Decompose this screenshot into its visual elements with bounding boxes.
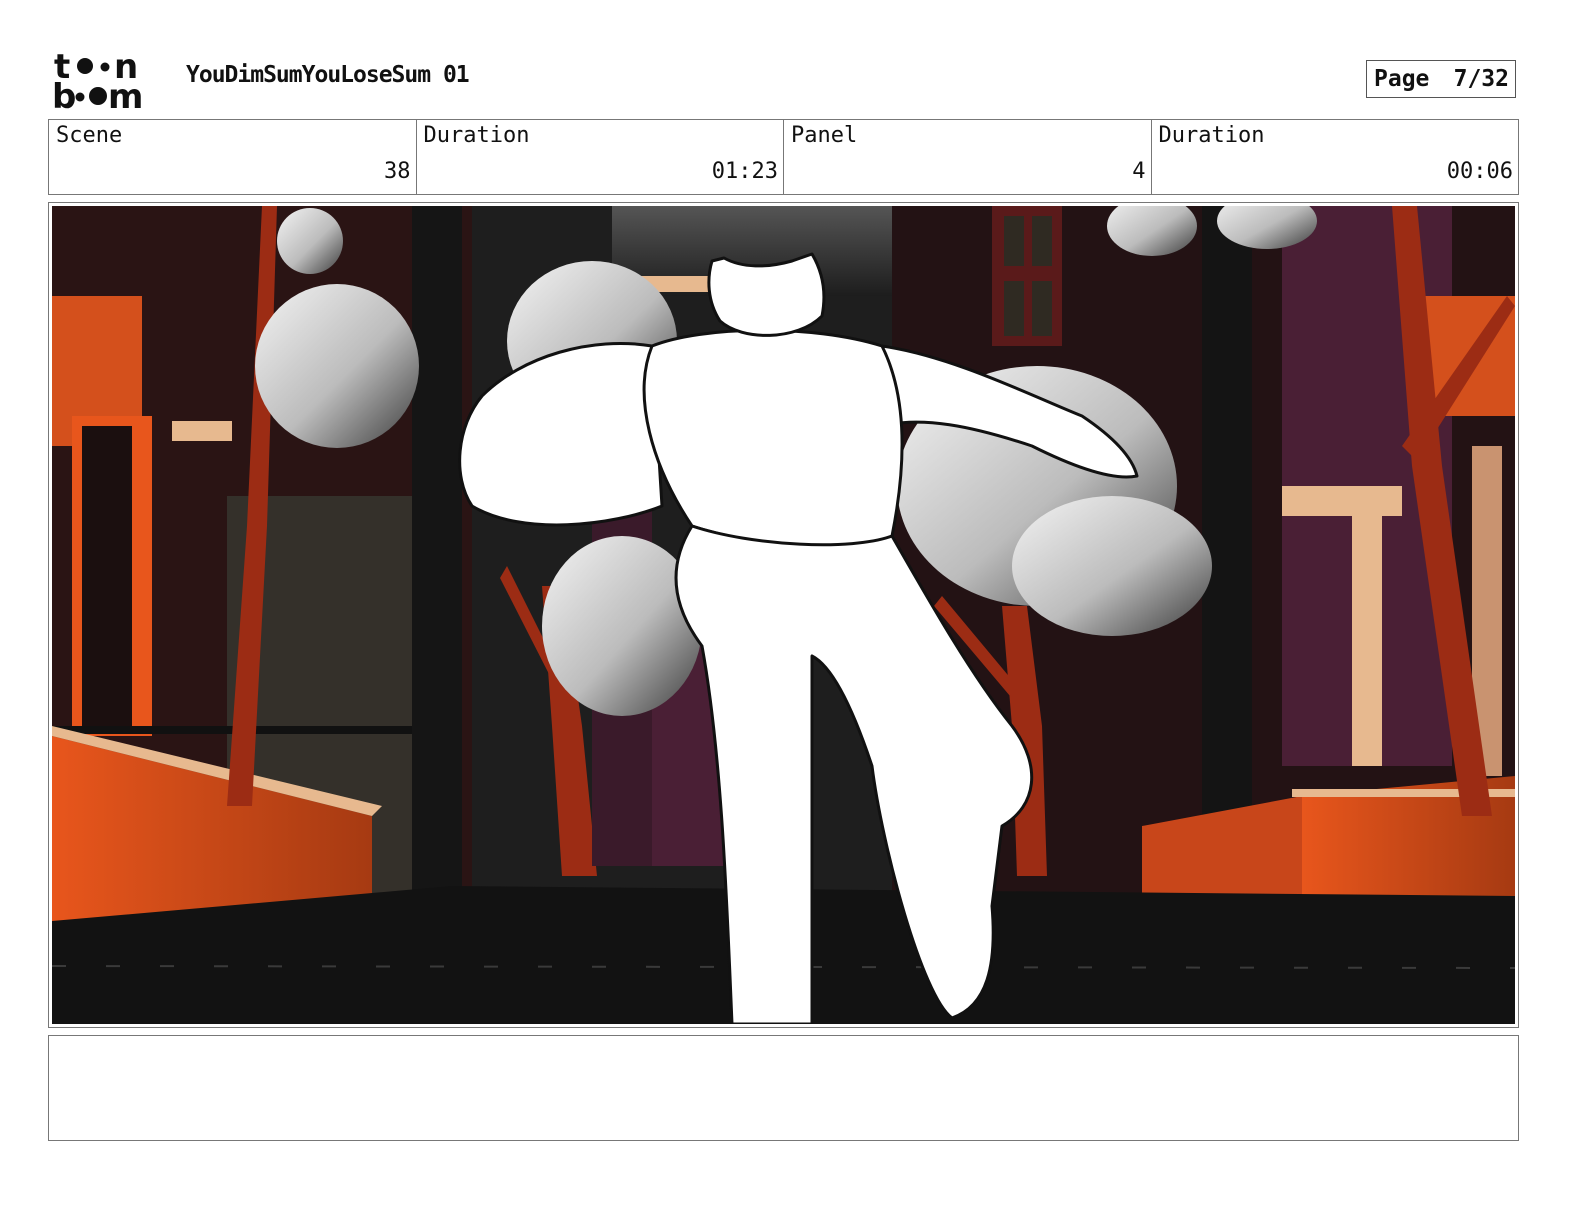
panel-value: 4 bbox=[1132, 159, 1146, 184]
scene-duration-cell: Duration 01:23 bbox=[417, 120, 784, 194]
panel-label: Panel bbox=[791, 123, 858, 148]
scene-cell: Scene 38 bbox=[49, 120, 417, 194]
panel-notes-box bbox=[48, 1035, 1519, 1141]
svg-text:m: m bbox=[108, 77, 143, 112]
storyboard-panel-image bbox=[52, 206, 1515, 1024]
scene-info-row: Scene 38 Duration 01:23 Panel 4 Duration… bbox=[48, 119, 1519, 195]
panel-cell: Panel 4 bbox=[784, 120, 1152, 194]
panel-duration-value: 00:06 bbox=[1446, 159, 1513, 184]
page-label: Page bbox=[1374, 66, 1430, 92]
page-indicator: Page 7/32 bbox=[1366, 60, 1516, 98]
project-title: YouDimSumYouLoseSum 01 bbox=[186, 62, 470, 88]
scene-duration-label: Duration bbox=[423, 123, 530, 148]
scene-value: 38 bbox=[384, 159, 411, 184]
panel-duration-label: Duration bbox=[1158, 123, 1265, 148]
panel-duration-cell: Duration 00:06 bbox=[1152, 120, 1519, 194]
page-number: 7/32 bbox=[1453, 66, 1509, 92]
scene-duration-value: 01:23 bbox=[711, 159, 778, 184]
toon-boom-logo: t n b m bbox=[52, 50, 143, 112]
svg-text:b: b bbox=[52, 77, 76, 112]
scene-label: Scene bbox=[56, 123, 123, 148]
